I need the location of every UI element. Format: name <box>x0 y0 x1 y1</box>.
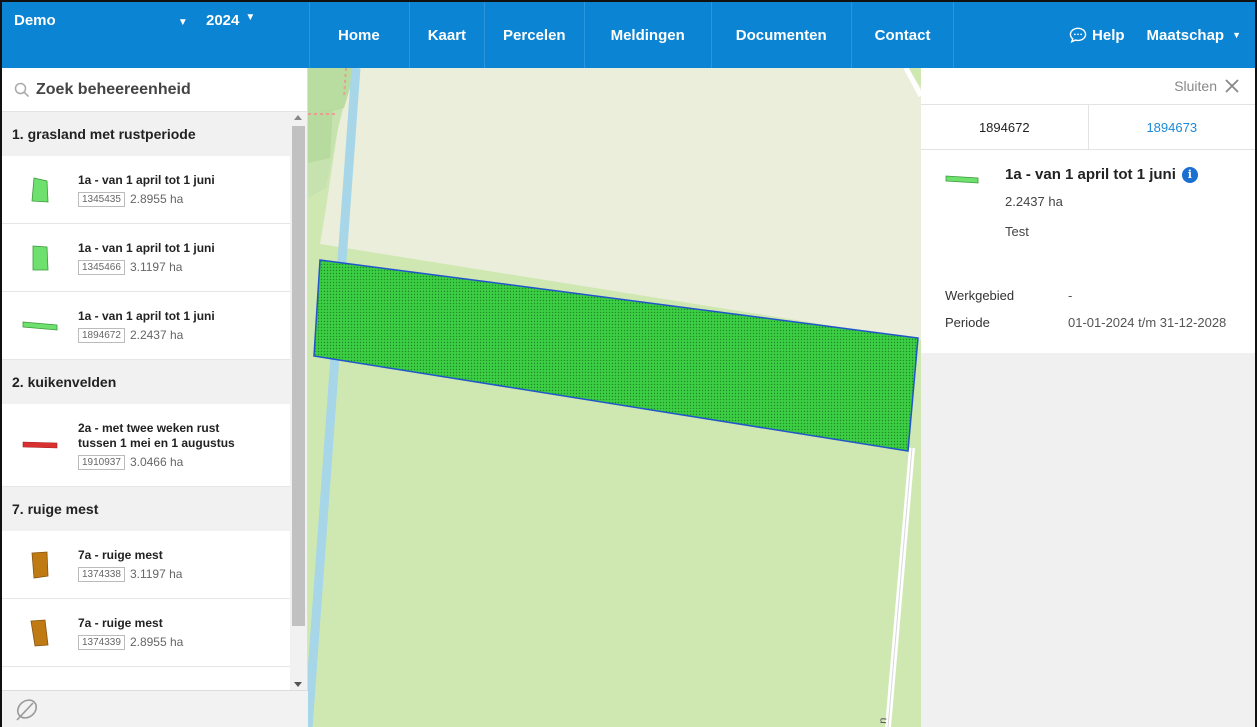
search-icon <box>14 82 30 97</box>
help-label: Help <box>1092 26 1125 44</box>
item-code: 1910937 <box>78 454 125 470</box>
scroll-up-arrow-icon[interactable] <box>294 115 302 120</box>
periode-row: Periode 01-01-2024 t/m 31-12-2028 <box>945 315 1226 330</box>
item-code: 1345466 <box>78 259 125 275</box>
close-panel-button[interactable]: Sluiten <box>921 68 1255 104</box>
list-item[interactable]: 2a - met twee weken rust tussen 1 mei en… <box>2 404 292 487</box>
nav-meldingen[interactable]: Meldingen <box>585 2 712 68</box>
parcel-shape-icon <box>32 245 49 270</box>
werkgebied-value: - <box>1068 288 1073 303</box>
item-label: 1a - van 1 april tot 1 juni <box>78 172 215 187</box>
year-selector[interactable]: 2024 ▼ <box>206 12 255 29</box>
nav-contact[interactable]: Contact <box>852 2 955 68</box>
parcel-shape-icon <box>30 619 49 646</box>
group-header: 1. grasland met rustperiode <box>2 112 292 156</box>
year-value: 2024 <box>206 12 240 29</box>
search-placeholder: Zoek beheereenheid <box>36 80 191 98</box>
item-code: 1374338 <box>78 566 125 582</box>
item-label: 7a - ruige mest <box>78 615 163 630</box>
parcel-shape-icon <box>31 551 49 578</box>
list-item[interactable]: 1a - van 1 april tot 1 juni 1894672 2.243… <box>2 292 292 360</box>
brand-area: Demo ▼ 2024 ▼ <box>2 2 310 68</box>
detail-area: 2.2437 ha <box>1005 194 1063 209</box>
scrollbar-thumb[interactable] <box>292 126 305 626</box>
search-input[interactable]: Zoek beheereenheid <box>2 68 307 112</box>
werkgebied-row: Werkgebied - <box>945 288 1072 303</box>
parcel-shape-icon <box>22 441 58 449</box>
nav-home[interactable]: Home <box>310 2 410 68</box>
svg-text:n: n <box>877 717 889 724</box>
management-unit-list: 1. grasland met rustperiode 1a - van 1 a… <box>2 112 292 690</box>
sidebar: Zoek beheereenheid 1. grasland met rustp… <box>0 68 308 727</box>
org-selector[interactable]: Demo ▼ <box>14 12 188 29</box>
info-icon[interactable]: i <box>1181 166 1198 183</box>
org-name: Demo <box>14 12 56 29</box>
chevron-down-icon: ▼ <box>177 17 188 28</box>
scroll-down-arrow-icon[interactable] <box>294 682 302 687</box>
parcel-detail: 1a - van 1 april tot 1 juni i 2.2437 ha … <box>921 150 1255 353</box>
periode-value: 01-01-2024 t/m 31-12-2028 <box>1068 315 1227 330</box>
list-item[interactable]: 1a - van 1 april tot 1 juni 1345435 2.895… <box>2 156 292 224</box>
account-menu[interactable]: Maatschap ▼ <box>1147 27 1241 44</box>
parcel-shape-icon <box>945 175 979 184</box>
leaf-logo-icon <box>16 699 38 721</box>
nav-documenten[interactable]: Documenten <box>712 2 852 68</box>
item-area: 2.8955 ha <box>129 192 184 206</box>
group-header: 7. ruige mest <box>2 487 292 531</box>
parcel-tabs: 1894672 1894673 <box>921 104 1255 150</box>
tab-1894673[interactable]: 1894673 <box>1089 105 1256 149</box>
item-label: 2a - met twee weken rust tussen 1 mei en… <box>78 420 235 450</box>
main-nav: Home Kaart Percelen Meldingen Documenten… <box>310 2 955 68</box>
parcel-shape-icon <box>22 321 58 330</box>
right-nav: Help Maatschap ▼ <box>1069 2 1255 68</box>
item-area: 3.1197 ha <box>129 260 183 274</box>
tab-1894672[interactable]: 1894672 <box>921 105 1089 149</box>
item-label: 1a - van 1 april tot 1 juni <box>78 240 215 255</box>
item-area: 2.8955 ha <box>129 635 184 649</box>
close-icon <box>1225 79 1239 93</box>
periode-label: Periode <box>945 315 990 330</box>
item-label: 1a - van 1 april tot 1 juni <box>78 308 215 323</box>
nav-percelen[interactable]: Percelen <box>485 2 585 68</box>
item-area: 3.1197 ha <box>129 567 183 581</box>
list-item[interactable]: 1a - van 1 april tot 1 juni 1345466 3.119… <box>2 224 292 292</box>
item-area: 2.2437 ha <box>129 328 184 342</box>
help-link[interactable]: Help <box>1069 27 1125 44</box>
item-code: 1345435 <box>78 191 125 207</box>
list-scrollbar[interactable] <box>290 112 307 690</box>
item-code: 1374339 <box>78 634 125 650</box>
chat-bubble-icon <box>1069 27 1087 43</box>
chevron-down-icon: ▼ <box>245 12 256 23</box>
account-label: Maatschap <box>1146 26 1225 44</box>
nav-kaart[interactable]: Kaart <box>410 2 486 68</box>
item-area: 3.0466 ha <box>129 455 184 469</box>
parcel-shape-icon <box>31 177 49 202</box>
detail-panel: Sluiten 1894672 1894673 1a - van 1 april… <box>921 68 1257 727</box>
detail-note: Test <box>1005 224 1029 239</box>
top-navigation-bar: Demo ▼ 2024 ▼ Home Kaart Percelen Meldin… <box>0 0 1257 68</box>
list-item[interactable]: 7a - ruige mest 1374338 3.1197 ha <box>2 531 292 599</box>
map-view[interactable]: n <box>308 68 921 727</box>
group-header: 2. kuikenvelden <box>2 360 292 404</box>
list-item[interactable]: 7a - ruige mest 1374339 2.8955 ha <box>2 599 292 667</box>
map-canvas[interactable]: n <box>308 68 921 727</box>
item-label: 7a - ruige mest <box>78 547 163 562</box>
close-label: Sluiten <box>1174 78 1217 94</box>
sidebar-footer <box>2 690 308 727</box>
item-code: 1894672 <box>78 327 125 343</box>
werkgebied-label: Werkgebied <box>945 288 1015 303</box>
chevron-down-icon: ▼ <box>1232 30 1241 40</box>
detail-title: 1a - van 1 april tot 1 juni <box>1005 166 1176 183</box>
